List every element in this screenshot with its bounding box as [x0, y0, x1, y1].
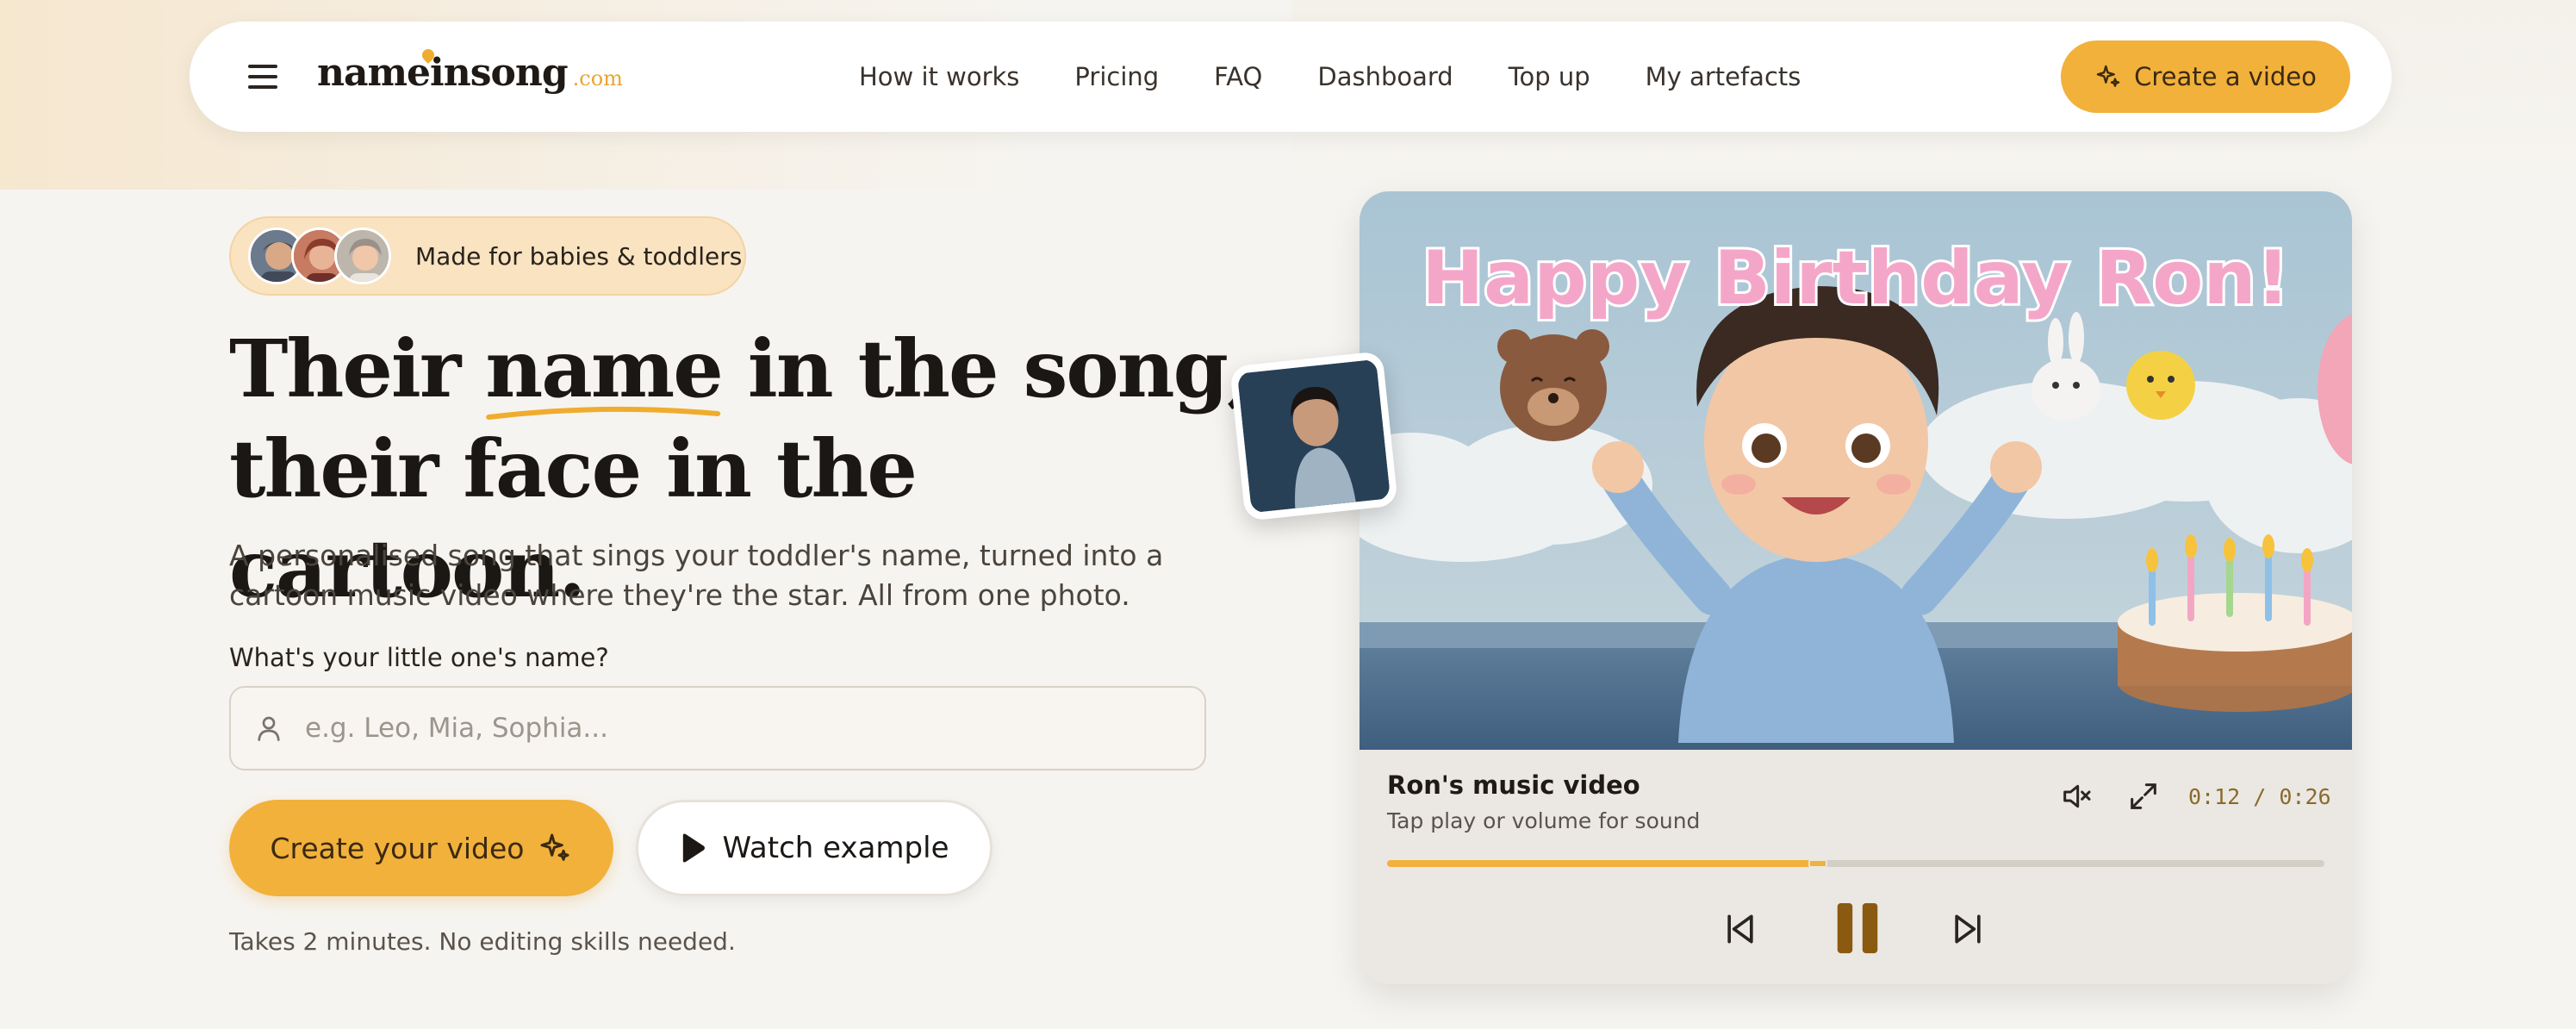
video-progress-bar[interactable] — [1387, 859, 2324, 868]
source-photo — [1229, 351, 1398, 521]
name-field-label: What's your little one's name? — [229, 643, 609, 672]
fullscreen-icon[interactable] — [2126, 779, 2161, 814]
skip-forward-icon[interactable] — [1949, 910, 1987, 948]
avatar-group — [248, 226, 412, 286]
video-progress-handle[interactable] — [1808, 859, 1828, 868]
watch-example-label: Watch example — [722, 831, 949, 865]
video-title: Ron's music video — [1387, 770, 1640, 800]
video-banner-text: Happy Birthday Ron! — [1422, 235, 2290, 321]
avatar — [334, 228, 391, 284]
video-subtitle: Tap play or volume for sound — [1387, 808, 1701, 833]
watch-example-button[interactable]: Watch example — [636, 800, 992, 896]
nav-link-top-up[interactable]: Top up — [1509, 62, 1590, 91]
nav-link-my-artefacts[interactable]: My artefacts — [1646, 62, 1801, 91]
source-photo-image — [1236, 359, 1391, 514]
pause-icon[interactable] — [1835, 901, 1880, 955]
create-your-video-button[interactable]: Create your video — [229, 800, 613, 896]
headline-highlight: name — [485, 319, 724, 420]
user-icon — [258, 716, 280, 741]
nav-link-dashboard[interactable]: Dashboard — [1317, 62, 1453, 91]
create-your-video-label: Create your video — [270, 831, 525, 865]
name-input[interactable] — [305, 713, 1080, 744]
video-progress-fill — [1387, 860, 1819, 867]
hero-note: Takes 2 minutes. No editing skills neede… — [229, 927, 736, 956]
sparkle-icon — [2096, 65, 2120, 87]
logo[interactable]: nameinsong .com — [317, 47, 623, 103]
skip-back-icon[interactable] — [1721, 910, 1759, 948]
hero-subtitle: A personalised song that sings your todd… — [229, 539, 1164, 612]
create-a-video-button[interactable]: Create a video — [2061, 41, 2350, 113]
nav-link-pricing[interactable]: Pricing — [1074, 62, 1159, 91]
highlight-underline — [486, 406, 721, 420]
create-a-video-label: Create a video — [2134, 62, 2317, 91]
menu-icon[interactable] — [248, 61, 279, 92]
nav-links: How it works Pricing FAQ Dashboard Top u… — [859, 22, 1801, 132]
nav-link-faq[interactable]: FAQ — [1214, 62, 1262, 91]
video-time: 0:12 / 0:26 — [2188, 784, 2331, 809]
video-player: Happy Birthday Ron! Ron's music video Ta… — [1360, 191, 2352, 984]
logo-wordmark: nameinsong — [317, 51, 569, 95]
audience-badge: Made for babies & toddlers — [229, 216, 746, 296]
nav-link-how-it-works[interactable]: How it works — [859, 62, 1019, 91]
play-icon — [683, 833, 706, 863]
sparkle-icon — [540, 833, 569, 861]
headline-post: in the song, — [721, 322, 1254, 415]
video-frame[interactable]: Happy Birthday Ron! — [1360, 191, 2352, 750]
badge-label: Made for babies & toddlers — [415, 241, 743, 271]
headline-pre: Their — [229, 322, 486, 415]
name-field — [229, 686, 1206, 770]
logo-tld: .com — [572, 66, 623, 90]
top-navbar: nameinsong .com How it works Pricing FAQ… — [190, 22, 2392, 132]
mute-icon[interactable] — [2057, 779, 2095, 814]
